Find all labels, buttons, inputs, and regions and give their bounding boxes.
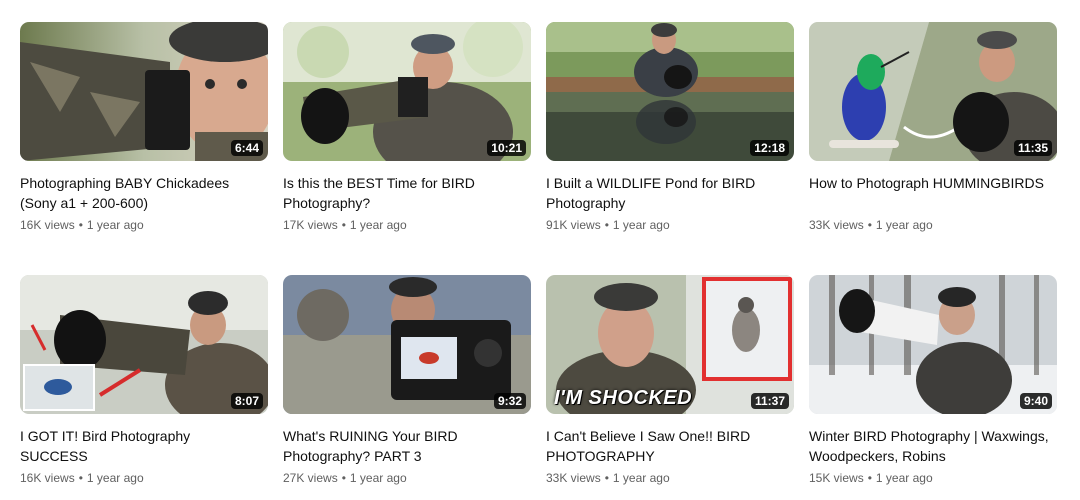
video-meta: 33K views • 1 year ago: [546, 469, 794, 487]
upload-age: 1 year ago: [349, 218, 407, 232]
video-title[interactable]: What's RUINING Your BIRD Photography? PA…: [283, 426, 523, 466]
meta-separator: •: [341, 218, 346, 232]
video-title[interactable]: I Can't Believe I Saw One!! BIRD PHOTOGR…: [546, 426, 786, 466]
meta-separator: •: [604, 471, 609, 485]
thumbnail-overlay-text: I'M SHOCKED: [554, 387, 693, 409]
video-title[interactable]: I Built a WILDLIFE Pond for BIRD Photogr…: [546, 173, 786, 213]
video-thumbnail[interactable]: 10:21: [283, 22, 531, 161]
duration-badge: 11:35: [1013, 140, 1052, 156]
thumbnail-image-chickadee: [20, 22, 268, 161]
view-count: 16K views: [20, 218, 75, 232]
duration-badge: 9:40: [1019, 393, 1052, 409]
thumbnail-image-ruining: [283, 275, 531, 414]
video-thumbnail[interactable]: 12:18: [546, 22, 794, 161]
upload-age: 1 year ago: [349, 471, 407, 485]
video-card[interactable]: 9:32 What's RUINING Your BIRD Photograph…: [283, 275, 531, 487]
video-card[interactable]: 6:44 Photographing BABY Chickadees (Sony…: [20, 22, 268, 234]
view-count: 27K views: [283, 471, 338, 485]
video-meta: 91K views • 1 year ago: [546, 216, 794, 234]
view-count: 17K views: [283, 218, 338, 232]
video-meta: 15K views • 1 year ago: [809, 469, 1057, 487]
video-meta: 27K views • 1 year ago: [283, 469, 531, 487]
video-title[interactable]: I GOT IT! Bird Photography SUCCESS: [20, 426, 260, 466]
video-title[interactable]: How to Photograph HUMMINGBIRDS: [809, 173, 1049, 213]
duration-badge: 8:07: [230, 393, 263, 409]
thumbnail-image-winter: [809, 275, 1057, 414]
video-title[interactable]: Photographing BABY Chickadees (Sony a1 +…: [20, 173, 260, 213]
view-count: 91K views: [546, 218, 601, 232]
view-count: 15K views: [809, 471, 864, 485]
video-card[interactable]: 9:40 Winter BIRD Photography | Waxwings,…: [809, 275, 1057, 487]
meta-separator: •: [867, 471, 872, 485]
video-thumbnail[interactable]: I'M SHOCKED 11:37: [546, 275, 794, 414]
upload-age: 1 year ago: [875, 471, 933, 485]
view-count: 33K views: [546, 471, 601, 485]
upload-age: 1 year ago: [86, 218, 144, 232]
duration-badge: 9:32: [493, 393, 526, 409]
meta-separator: •: [604, 218, 609, 232]
video-card[interactable]: I'M SHOCKED 11:37 I Can't Believe I Saw …: [546, 275, 794, 487]
video-card[interactable]: 8:07 I GOT IT! Bird Photography SUCCESS …: [20, 275, 268, 487]
video-meta: 16K views • 1 year ago: [20, 216, 268, 234]
view-count: 33K views: [809, 218, 864, 232]
meta-separator: •: [78, 471, 83, 485]
upload-age: 1 year ago: [86, 471, 144, 485]
upload-age: 1 year ago: [612, 218, 670, 232]
duration-badge: 11:37: [750, 393, 789, 409]
meta-separator: •: [78, 218, 83, 232]
duration-badge: 12:18: [750, 140, 789, 156]
video-title[interactable]: Winter BIRD Photography | Waxwings, Wood…: [809, 426, 1049, 466]
upload-age: 1 year ago: [875, 218, 933, 232]
video-thumbnail[interactable]: 9:32: [283, 275, 531, 414]
video-thumbnail[interactable]: 9:40: [809, 275, 1057, 414]
video-card[interactable]: 11:35 How to Photograph HUMMINGBIRDS 33K…: [809, 22, 1057, 234]
video-thumbnail[interactable]: 6:44: [20, 22, 268, 161]
video-meta: 17K views • 1 year ago: [283, 216, 531, 234]
video-meta: 16K views • 1 year ago: [20, 469, 268, 487]
video-card[interactable]: 12:18 I Built a WILDLIFE Pond for BIRD P…: [546, 22, 794, 234]
upload-age: 1 year ago: [612, 471, 670, 485]
duration-badge: 10:21: [487, 140, 526, 156]
duration-badge: 6:44: [230, 140, 263, 156]
view-count: 16K views: [20, 471, 75, 485]
video-thumbnail[interactable]: 8:07: [20, 275, 268, 414]
video-thumbnail[interactable]: 11:35: [809, 22, 1057, 161]
video-meta: 33K views • 1 year ago: [809, 216, 1057, 234]
video-grid: 6:44 Photographing BABY Chickadees (Sony…: [0, 0, 1080, 500]
meta-separator: •: [867, 218, 872, 232]
thumbnail-image-success: [20, 275, 268, 414]
video-card[interactable]: 10:21 Is this the BEST Time for BIRD Pho…: [283, 22, 531, 234]
meta-separator: •: [341, 471, 346, 485]
video-title[interactable]: Is this the BEST Time for BIRD Photograp…: [283, 173, 523, 213]
